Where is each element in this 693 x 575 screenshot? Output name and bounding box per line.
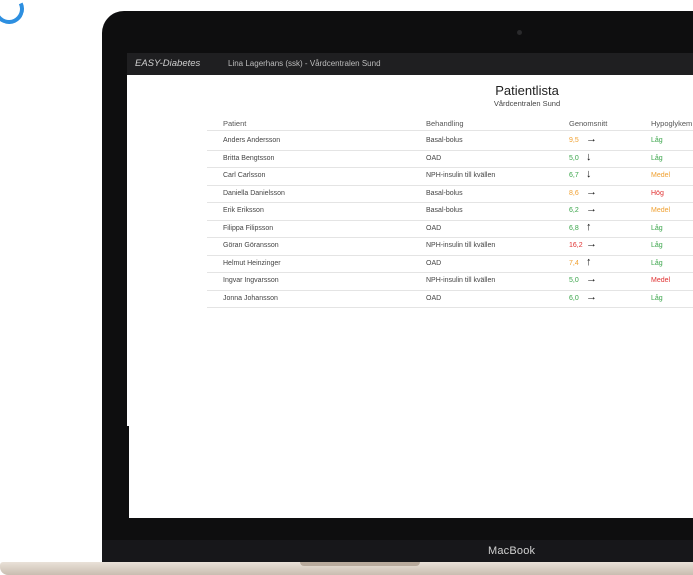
treatment-cell: Basal-bolus bbox=[426, 207, 463, 214]
trend-arrow-icon: → bbox=[586, 273, 597, 285]
app-topbar: EASY-Diabetes Lina Lagerhans (ssk) - Vår… bbox=[127, 53, 693, 75]
trend-arrow-icon: ↓ bbox=[586, 168, 592, 180]
bottom-bezel bbox=[102, 518, 693, 540]
corner-accent bbox=[0, 0, 29, 29]
app-screen: EASY-Diabetes Lina Lagerhans (ssk) - Vår… bbox=[127, 53, 693, 518]
patient-name: Daniella Danielsson bbox=[223, 189, 285, 197]
column-header-treatment[interactable]: Behandling bbox=[426, 119, 464, 128]
hypoglycemia-level: Låg bbox=[651, 137, 663, 144]
average-value: 6,8 bbox=[569, 224, 579, 232]
laptop-notch bbox=[300, 562, 420, 566]
patient-name: Helmut Heinzinger bbox=[223, 259, 281, 267]
laptop-brand-label: MacBook bbox=[488, 545, 536, 557]
app-title[interactable]: EASY-Diabetes bbox=[135, 58, 200, 69]
trend-arrow-icon: → bbox=[586, 185, 597, 198]
table-row[interactable]: Jonna Johansson OAD 6,0 → Låg bbox=[207, 290, 693, 308]
column-header-hypo[interactable]: Hypoglykem bbox=[651, 119, 692, 128]
page-subtitle: Vårdcentralen Sund bbox=[493, 99, 561, 108]
treatment-cell: NPH-insulin till kvällen bbox=[426, 242, 496, 249]
average-value: 5,0 bbox=[569, 154, 579, 162]
column-header-average[interactable]: Genomsnitt bbox=[569, 119, 607, 128]
hypoglycemia-level: Låg bbox=[651, 154, 663, 162]
treatment-cell: Basal-bolus bbox=[426, 189, 463, 197]
average-value: 5,0 bbox=[569, 277, 579, 284]
camera-icon bbox=[517, 30, 522, 35]
table-row[interactable]: Göran Göransson NPH-insulin till kvällen 1… bbox=[207, 237, 693, 256]
patient-name: Göran Göransson bbox=[223, 242, 279, 249]
hypoglycemia-level: Hög bbox=[651, 189, 664, 197]
hypoglycemia-level: Medel bbox=[651, 172, 671, 179]
patient-name: Ingvar Ingvarsson bbox=[223, 277, 279, 284]
average-value: 16,2 bbox=[569, 242, 583, 249]
column-header-patient[interactable]: Patient bbox=[223, 119, 246, 128]
average-value: 6,7 bbox=[569, 172, 579, 179]
patient-name: Britta Bengtsson bbox=[223, 154, 275, 162]
average-value: 8,6 bbox=[569, 189, 579, 197]
patient-name: Jonna Johansson bbox=[223, 294, 278, 302]
hypoglycemia-level: Medel bbox=[651, 207, 671, 214]
trend-arrow-icon: ↑ bbox=[586, 255, 592, 268]
average-value: 6,2 bbox=[569, 207, 579, 214]
average-value: 9,5 bbox=[569, 137, 579, 144]
average-value: 6,0 bbox=[569, 294, 579, 302]
bezel-edge bbox=[127, 426, 129, 518]
table-row[interactable]: Helmut Heinzinger OAD 7,4 ↑ Låg bbox=[207, 255, 693, 273]
treatment-cell: OAD bbox=[426, 224, 442, 232]
trend-arrow-icon: ↓ bbox=[586, 150, 592, 163]
treatment-cell: Basal-bolus bbox=[426, 137, 463, 144]
trend-arrow-icon: → bbox=[586, 238, 597, 250]
patient-name: Anders Andersson bbox=[223, 137, 281, 144]
hypoglycemia-level: Låg bbox=[651, 294, 663, 302]
header-divider bbox=[207, 130, 693, 131]
hypoglycemia-level: Låg bbox=[651, 259, 663, 267]
patient-name: Filippa Filipsson bbox=[223, 224, 274, 232]
hinge bbox=[102, 540, 693, 564]
table-row[interactable]: Carl Carlsson NPH-insulin till kvällen 6,7… bbox=[207, 167, 693, 186]
trend-arrow-icon: → bbox=[586, 133, 597, 145]
table-row[interactable]: Daniella Danielsson Basal-bolus 8,6 → Hög bbox=[207, 185, 693, 203]
treatment-cell: OAD bbox=[426, 259, 442, 267]
average-value: 7,4 bbox=[569, 259, 579, 267]
table-row[interactable]: Anders Andersson Basal-bolus 9,5 → Låg bbox=[207, 132, 693, 151]
hypoglycemia-level: Medel bbox=[651, 277, 671, 284]
treatment-cell: NPH-insulin till kvällen bbox=[426, 172, 496, 179]
user-info: Lina Lagerhans (ssk) - Vårdcentralen Sun… bbox=[228, 59, 381, 68]
patient-name: Erik Eriksson bbox=[223, 207, 264, 214]
hypoglycemia-level: Låg bbox=[651, 224, 663, 232]
table-row[interactable]: Filippa Filipsson OAD 6,8 ↑ Låg bbox=[207, 220, 693, 238]
trend-arrow-icon: → bbox=[586, 203, 597, 215]
table-row[interactable]: Britta Bengtsson OAD 5,0 ↓ Låg bbox=[207, 150, 693, 168]
trend-arrow-icon: ↑ bbox=[586, 220, 592, 233]
trend-arrow-icon: → bbox=[586, 290, 597, 303]
treatment-cell: OAD bbox=[426, 154, 442, 162]
table-row[interactable]: Ingvar Ingvarsson NPH-insulin till kvälle… bbox=[207, 272, 693, 291]
hypoglycemia-level: Låg bbox=[651, 242, 663, 249]
treatment-cell: OAD bbox=[426, 294, 442, 302]
page-title: Patientlista bbox=[495, 83, 559, 98]
treatment-cell: NPH-insulin till kvällen bbox=[426, 277, 496, 284]
table-row[interactable]: Erik Eriksson Basal-bolus 6,2 → Medel bbox=[207, 202, 693, 221]
patient-name: Carl Carlsson bbox=[223, 172, 266, 179]
